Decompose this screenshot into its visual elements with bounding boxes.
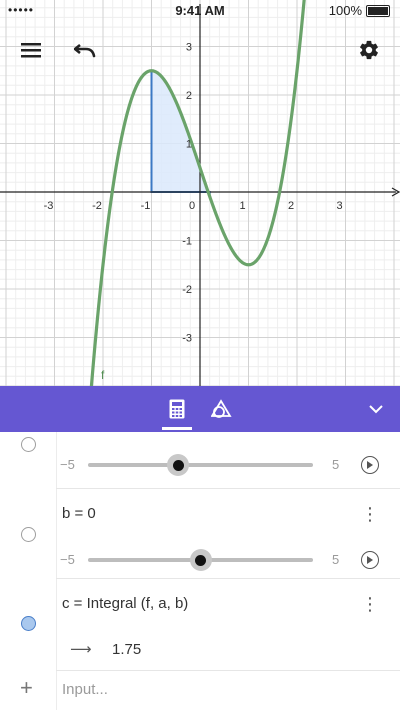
slider-min-label: −5 bbox=[60, 457, 75, 472]
graph-canvas[interactable]: -3 -2 -1 0 1 2 3 3 2 1 -1 -2 -3 f bbox=[0, 0, 400, 386]
gear-icon bbox=[360, 40, 378, 60]
result-arrow-icon: ⟶ bbox=[70, 641, 92, 658]
undo-icon bbox=[74, 43, 96, 58]
slider-track[interactable] bbox=[88, 463, 313, 467]
play-button[interactable] bbox=[361, 456, 379, 474]
algebra-input-row[interactable]: + Input... bbox=[0, 671, 400, 710]
add-icon[interactable]: + bbox=[20, 675, 33, 701]
more-options-icon[interactable]: ⋮ bbox=[358, 502, 382, 526]
x-tick-label: -1 bbox=[141, 200, 151, 212]
algebra-row-a[interactable]: −5 5 bbox=[0, 432, 400, 489]
battery-icon bbox=[366, 4, 390, 17]
y-tick-label: -2 bbox=[182, 284, 192, 296]
x-tick-label: -2 bbox=[92, 200, 102, 212]
y-tick-label: -1 bbox=[182, 236, 192, 248]
battery-indicator: 100% bbox=[329, 3, 390, 18]
chevron-down-icon bbox=[369, 405, 383, 414]
y-tick-label: -3 bbox=[182, 333, 192, 345]
view-toolbar bbox=[0, 386, 400, 432]
x-tick-label: 0 bbox=[189, 200, 195, 212]
slider-min-label: −5 bbox=[60, 552, 75, 567]
settings-button[interactable] bbox=[352, 33, 386, 67]
y-tick-label: 3 bbox=[186, 42, 192, 54]
y-tick-label: 1 bbox=[186, 139, 192, 151]
slider-max-label: 5 bbox=[332, 552, 340, 567]
tab-algebra[interactable] bbox=[157, 386, 197, 432]
slider-thumb[interactable] bbox=[195, 554, 206, 566]
menu-button[interactable] bbox=[14, 33, 48, 67]
collapse-button[interactable] bbox=[356, 386, 396, 432]
result-value: 1.75 bbox=[112, 641, 142, 658]
battery-label: 100% bbox=[328, 3, 362, 18]
x-tick-label: 2 bbox=[288, 200, 294, 212]
x-tick-label: 3 bbox=[336, 200, 342, 212]
play-button[interactable] bbox=[361, 551, 379, 569]
function-label: f bbox=[101, 368, 105, 382]
active-tab-indicator bbox=[162, 427, 192, 430]
algebra-row-c[interactable]: c = Integral (f, a, b) ⋮ ⟶ 1.75 bbox=[0, 579, 400, 671]
expression-text[interactable]: c = Integral (f, a, b) bbox=[62, 595, 188, 612]
shapes-icon bbox=[211, 399, 232, 418]
slider-max-label: 5 bbox=[332, 457, 340, 472]
undo-button[interactable] bbox=[68, 33, 102, 67]
visibility-toggle[interactable] bbox=[21, 616, 36, 631]
x-tick-label: -3 bbox=[44, 200, 54, 212]
input-field[interactable]: Input... bbox=[62, 681, 108, 698]
more-options-icon[interactable]: ⋮ bbox=[358, 592, 382, 616]
expression-text[interactable]: b = 0 bbox=[62, 505, 96, 522]
status-bar: ••••• 9:41 AM 100% bbox=[0, 0, 400, 22]
x-tick-label: 1 bbox=[239, 200, 245, 212]
algebra-row-b[interactable]: b = 0 ⋮ −5 5 bbox=[0, 489, 400, 579]
menu-icon bbox=[21, 43, 41, 58]
tab-tools[interactable] bbox=[202, 386, 242, 432]
slider-thumb[interactable] bbox=[172, 459, 184, 471]
calculator-icon bbox=[169, 399, 185, 419]
visibility-toggle[interactable] bbox=[21, 527, 36, 542]
y-tick-label: 2 bbox=[186, 90, 192, 102]
algebra-view: −5 5 b = 0 ⋮ −5 5 c = Integral (f, a, b)… bbox=[0, 432, 400, 710]
graphics-view[interactable]: -3 -2 -1 0 1 2 3 3 2 1 -1 -2 -3 f bbox=[0, 0, 400, 386]
visibility-toggle[interactable] bbox=[21, 437, 36, 452]
